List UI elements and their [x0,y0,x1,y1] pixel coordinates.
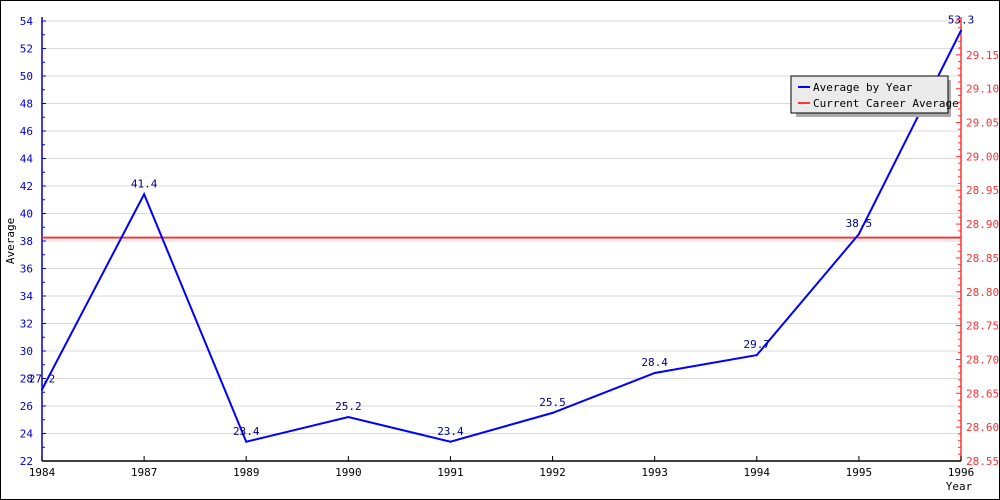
data-point [347,416,350,418]
line-chart: 2224262830323436384042444648505254 28.55… [4,14,999,493]
left-tick-label: 48 [20,98,33,111]
data-point [857,233,860,236]
data-point [41,388,43,391]
left-tick-label: 34 [20,290,34,303]
data-label: 38.5 [846,217,873,230]
right-tick-label: 28.80 [966,286,999,299]
x-tick-label: 1994 [744,466,771,479]
data-label: 25.5 [539,396,566,409]
data-label: 28.4 [641,356,668,369]
data-label: 25.2 [335,400,362,413]
y-axis-label: Average [4,218,17,264]
data-point [755,354,758,357]
right-tick-label: 28.90 [966,218,999,231]
x-tick-label: 1989 [233,466,260,479]
left-tick-label: 52 [20,43,33,56]
left-tick-label: 26 [20,400,33,413]
data-point [653,372,656,374]
data-label: 41.4 [131,177,158,190]
x-tick-label: 1992 [539,466,566,479]
x-tick-label: 1991 [437,466,464,479]
right-tick-label: 28.95 [966,184,999,197]
x-axis-label: Year [946,480,973,493]
data-point [960,29,962,32]
data-point [449,440,452,443]
chart-frame: 22 24 26 28 30 32 34 36 38 40 42 44 46 48 50 52 54 28.55… [0,0,1000,500]
left-tick-label: 42 [20,180,33,193]
x-tick-label: 1996 [948,466,975,479]
data-label: 53.3 [948,14,975,27]
left-tick-label: 40 [20,208,33,221]
left-tick-label: 46 [20,125,33,138]
left-axis: 2224262830323436384042444648505254 [20,15,46,468]
data-label: 23.4 [437,425,464,438]
data-point [551,411,554,414]
left-tick-label: 54 [20,15,34,28]
data-label: 29.7 [744,338,771,351]
left-tick-label: 32 [20,318,33,331]
right-tick-label: 28.85 [966,252,999,265]
right-tick-label: 29.05 [966,117,999,130]
right-tick-label: 29.10 [966,83,999,96]
legend: Average by Year Current Career Average [790,75,959,117]
left-tick-label: 24 [20,428,34,441]
x-tick-label: 1990 [335,466,362,479]
left-tick-label: 38 [20,235,33,248]
data-label: 27.2 [29,373,56,386]
x-tick-label: 1984 [29,466,56,479]
right-tick-label: 28.65 [966,387,999,400]
right-tick-label: 28.75 [966,320,999,333]
left-tick-label: 44 [20,153,34,166]
data-point [245,440,248,443]
left-tick-label: 36 [20,263,33,276]
left-tick-label: 50 [20,70,33,83]
x-tick-label: 1993 [641,466,668,479]
data-point [143,193,146,196]
legend-label-career-average: Current Career Average [813,97,959,110]
right-axis: 28.5528.6028.6528.7028.7528.8028.8528.90… [956,17,999,468]
data-label: 23.4 [233,425,260,438]
right-tick-label: 29.00 [966,150,999,163]
x-tick-label: 1995 [846,466,873,479]
left-tick-label: 30 [20,345,33,358]
right-tick-label: 29.15 [966,49,999,62]
x-axis: 1984 1987 1989 1990 1991 1992 1993 1994 1995 1996 [29,456,975,479]
x-tick-label: 1987 [131,466,158,479]
right-tick-label: 28.60 [966,421,999,434]
right-tick-label: 28.70 [966,353,999,366]
legend-label-average-by-year: Average by Year [813,81,913,94]
